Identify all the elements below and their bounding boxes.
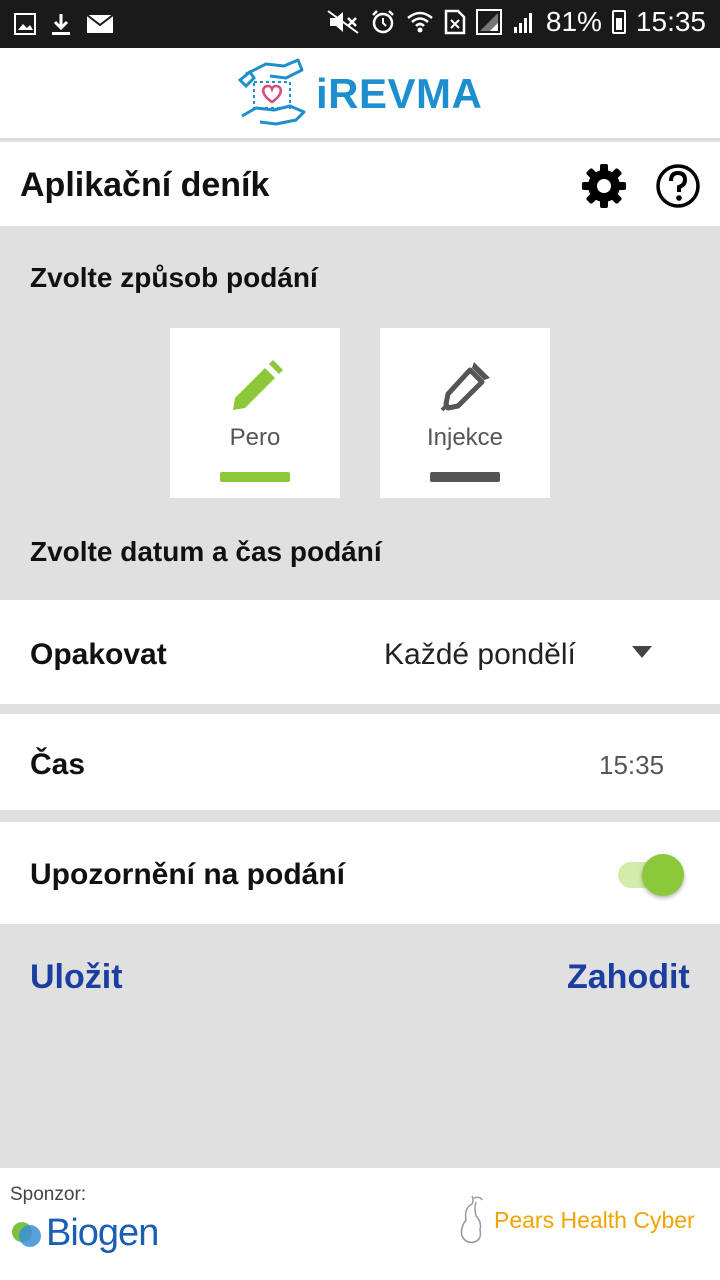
sponsor-footer: Sponzor: Biogen Pears Health Cyber: [0, 1168, 720, 1280]
wifi-icon: [407, 11, 433, 33]
sponsor-name: Biogen: [46, 1212, 159, 1254]
page-title: Aplikační deník: [20, 166, 270, 204]
repeat-label: Opakovat: [30, 638, 167, 671]
help-icon[interactable]: [654, 162, 702, 210]
status-bar: 81% 15:35: [0, 0, 720, 48]
save-button[interactable]: Uložit: [30, 958, 123, 997]
battery-percent: 81%: [545, 6, 602, 37]
partner-name: Pears Health Cyber: [494, 1206, 695, 1233]
reminder-row: Upozornění na podání: [0, 822, 720, 924]
method-option-injection[interactable]: Injekce: [380, 328, 550, 498]
repeat-dropdown-value[interactable]: Každé pondělí: [384, 638, 576, 672]
image-notification-icon: [14, 13, 36, 35]
battery-icon: [611, 10, 626, 34]
syringe-icon: [440, 362, 490, 412]
time-row[interactable]: Čas 15:35: [0, 714, 720, 810]
selected-indicator: [220, 472, 290, 482]
repeat-row[interactable]: Opakovat Každé pondělí: [0, 600, 720, 704]
method-label: Injekce: [426, 424, 504, 451]
logo-bar: iREVMA: [0, 48, 720, 140]
hands-heart-icon: [237, 58, 306, 126]
mail-notification-icon: [86, 14, 114, 33]
biogen-dots-icon: [12, 1221, 41, 1247]
status-time: 15:35: [635, 6, 706, 37]
alarm-icon: [371, 10, 394, 34]
mute-icon: [327, 10, 359, 34]
datetime-heading: Zvolte datum a čas podání: [30, 536, 382, 567]
biogen-logo: Biogen: [10, 1212, 159, 1255]
download-notification-icon: [52, 14, 70, 35]
chevron-down-icon[interactable]: [632, 646, 652, 658]
pear-icon: [460, 1195, 483, 1244]
signal-icon-2: [513, 13, 532, 33]
unselected-indicator: [430, 472, 500, 482]
time-value[interactable]: 15:35: [599, 750, 664, 781]
app-name: iREVMA: [316, 70, 483, 117]
signal-icon-1: [475, 9, 502, 35]
sim-icon: [444, 9, 466, 35]
discard-button[interactable]: Zahodit: [567, 958, 690, 997]
reminder-toggle-switch[interactable]: [642, 854, 684, 896]
settings-gear-icon[interactable]: [580, 162, 628, 210]
method-label: Pero: [229, 424, 281, 451]
partner-logo: Pears Health Cyber: [458, 1194, 695, 1246]
method-heading: Zvolte způsob podání: [30, 262, 318, 293]
time-label: Čas: [30, 748, 86, 781]
reminder-label: Upozornění na podání: [30, 858, 345, 891]
app-logo: iREVMA: [236, 56, 482, 132]
pen-icon: [233, 360, 283, 410]
method-option-pen[interactable]: Pero: [170, 328, 340, 498]
sponsor-label: Sponzor:: [10, 1184, 87, 1205]
